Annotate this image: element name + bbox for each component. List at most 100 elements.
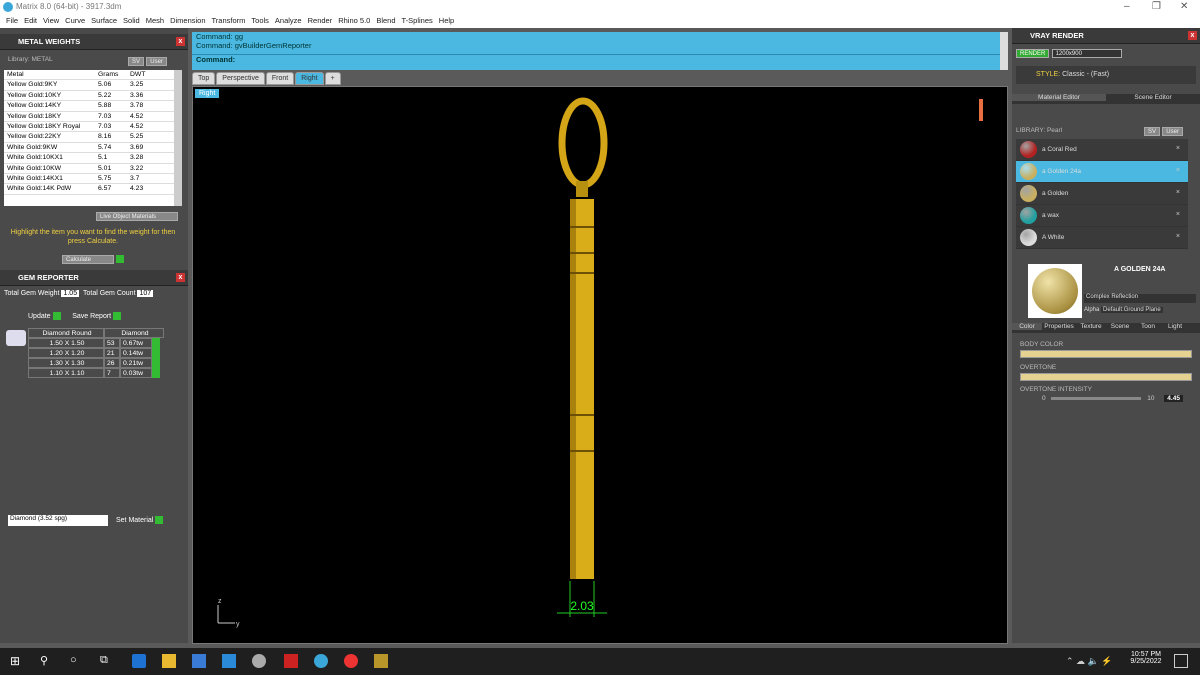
clock-date[interactable]: 9/25/2022 — [1126, 658, 1166, 665]
menu-edit[interactable]: Edit — [24, 14, 37, 28]
chrome-icon[interactable] — [344, 654, 358, 668]
table-row[interactable]: Yellow Gold:18KY Royal 7.03 4.52 — [4, 122, 178, 133]
gem-row[interactable]: 1.10 X 1.10 7 0.03tw — [28, 368, 168, 379]
subtab-color[interactable]: Color — [1012, 323, 1042, 330]
table-row[interactable]: Yellow Gold:9KY 5.06 3.25 — [4, 80, 178, 91]
system-tray-icons[interactable]: ⌃ ☁ 🔈 ⚡ — [1066, 656, 1112, 667]
table-row[interactable]: Yellow Gold:14KY 5.88 3.78 — [4, 101, 178, 112]
style-select[interactable]: Classic - (Fast) — [1062, 71, 1109, 78]
mail-icon[interactable] — [222, 654, 236, 668]
notification-icon[interactable] — [1174, 654, 1188, 668]
menu-analyze[interactable]: Analyze — [275, 14, 302, 28]
sv-button[interactable]: SV — [1144, 127, 1161, 136]
close-icon[interactable]: x — [176, 273, 185, 282]
table-row[interactable]: Yellow Gold:10KY 5.22 3.36 — [4, 91, 178, 102]
minimize-button[interactable]: – — [1124, 1, 1130, 12]
menu-dimension[interactable]: Dimension — [170, 14, 205, 28]
menu-curve[interactable]: Curve — [65, 14, 85, 28]
search-icon[interactable]: ⚲ — [40, 654, 54, 668]
live-object-materials-button[interactable]: Live Object Materials — [96, 212, 178, 221]
menu-help[interactable]: Help — [439, 14, 454, 28]
menu-surface[interactable]: Surface — [91, 14, 117, 28]
remove-material-icon[interactable]: × — [1176, 233, 1180, 240]
menu-file[interactable]: File — [6, 14, 18, 28]
remove-material-icon[interactable]: × — [1176, 167, 1180, 174]
reflection-select[interactable]: Complex Reflection — [1084, 294, 1196, 303]
menu-transform[interactable]: Transform — [212, 14, 246, 28]
table-row[interactable]: White Gold:10KW 5.01 3.22 — [4, 164, 178, 174]
tab-material-editor[interactable]: Material Editor — [1012, 94, 1106, 101]
app-icon-red[interactable] — [284, 654, 298, 668]
menu-tools[interactable]: Tools — [251, 14, 269, 28]
subtab-light[interactable]: Light — [1162, 323, 1188, 330]
table-row[interactable]: Yellow Gold:18KY 7.03 4.52 — [4, 111, 178, 122]
menu-view[interactable]: View — [43, 14, 59, 28]
add-tab-button[interactable]: + — [324, 72, 341, 85]
file-explorer-icon[interactable] — [162, 654, 176, 668]
close-icon[interactable]: x — [1188, 31, 1197, 40]
material-item[interactable]: a Golden × — [1016, 183, 1188, 205]
table-row[interactable]: White Gold:14KX1 5.75 3.7 — [4, 174, 178, 185]
gem-row[interactable]: 1.50 X 1.50 53 0.67tw — [28, 338, 168, 349]
rhino-icon[interactable] — [252, 654, 266, 668]
save-go-icon[interactable] — [113, 312, 122, 320]
tab-scene-editor[interactable]: Scene Editor — [1106, 94, 1200, 101]
material-item[interactable]: a Coral Red × — [1016, 139, 1188, 161]
maximize-button[interactable]: ❐ — [1152, 1, 1161, 12]
material-select[interactable]: Diamond (3.52 spg) — [8, 515, 108, 526]
select-gem-icon[interactable] — [152, 338, 160, 349]
app-icon-gold[interactable] — [374, 654, 388, 668]
calculate-button[interactable]: Calculate — [62, 255, 114, 264]
table-row[interactable]: Yellow Gold:22KY 8.16 5.25 — [4, 132, 178, 143]
overtone-slider[interactable] — [1020, 373, 1192, 381]
start-icon[interactable]: ⊞ — [10, 654, 24, 668]
edge-icon[interactable] — [132, 654, 146, 668]
save-report-button[interactable]: Save Report — [72, 313, 111, 320]
subtab-properties[interactable]: Properties — [1042, 323, 1076, 330]
update-button[interactable]: Update — [28, 313, 51, 320]
subtab-texture[interactable]: Texture — [1076, 323, 1106, 330]
gem-row[interactable]: 1.20 X 1.20 21 0.14tw — [28, 348, 168, 359]
store-icon[interactable] — [192, 654, 206, 668]
render-pin-icon[interactable] — [979, 99, 983, 121]
update-go-icon[interactable] — [52, 312, 61, 320]
remove-material-icon[interactable]: × — [1176, 145, 1180, 152]
material-item[interactable]: a wax × — [1016, 205, 1188, 227]
intensity-slider[interactable] — [1051, 396, 1142, 400]
select-gem-icon[interactable] — [152, 368, 160, 379]
body-color-slider[interactable] — [1020, 350, 1192, 358]
material-item[interactable]: a Golden 24a × — [1016, 161, 1188, 183]
user-button[interactable]: User — [1162, 127, 1183, 136]
resolution-field[interactable]: 1200x900 — [1051, 49, 1122, 58]
menu-rhino[interactable]: Rhino 5.0 — [338, 14, 370, 28]
set-material-button[interactable]: Set Material — [116, 517, 153, 524]
ground-select[interactable]: Default:Ground Plane — [1101, 307, 1163, 313]
tab-perspective[interactable]: Perspective — [216, 72, 265, 85]
menu-render[interactable]: Render — [308, 14, 333, 28]
select-gem-icon[interactable] — [152, 358, 160, 369]
widgets-icon[interactable]: ⧉ — [100, 654, 114, 668]
calculate-go-icon[interactable] — [116, 254, 125, 263]
close-button[interactable]: ✕ — [1180, 1, 1188, 12]
gem-row[interactable]: 1.30 X 1.30 26 0.21tw — [28, 358, 168, 369]
menu-tsplines[interactable]: T-Splines — [402, 14, 433, 28]
metal-scrollbar[interactable] — [174, 70, 182, 206]
render-button[interactable]: RENDER — [1016, 49, 1050, 58]
material-item[interactable]: A White × — [1016, 227, 1188, 249]
sv-button[interactable]: SV — [128, 57, 145, 66]
tab-right[interactable]: Right — [295, 72, 324, 85]
clock-time[interactable]: 10:57 PM — [1126, 651, 1166, 658]
menu-mesh[interactable]: Mesh — [146, 14, 164, 28]
tab-top[interactable]: Top — [192, 72, 216, 85]
table-row[interactable]: White Gold:10KX1 5.1 3.28 — [4, 153, 178, 164]
set-material-go-icon[interactable] — [155, 516, 164, 524]
command-prompt[interactable]: Command: — [192, 54, 1008, 64]
user-button[interactable]: User — [146, 57, 167, 66]
remove-material-icon[interactable]: × — [1176, 189, 1180, 196]
subtab-scene[interactable]: Scene — [1106, 323, 1134, 330]
viewport[interactable]: Right 2.03 z y — [192, 86, 1008, 644]
matrix-icon[interactable] — [314, 654, 328, 668]
close-icon[interactable]: x — [176, 37, 185, 46]
subtab-toon[interactable]: Toon — [1134, 323, 1162, 330]
command-scrollbar[interactable] — [1000, 32, 1008, 70]
